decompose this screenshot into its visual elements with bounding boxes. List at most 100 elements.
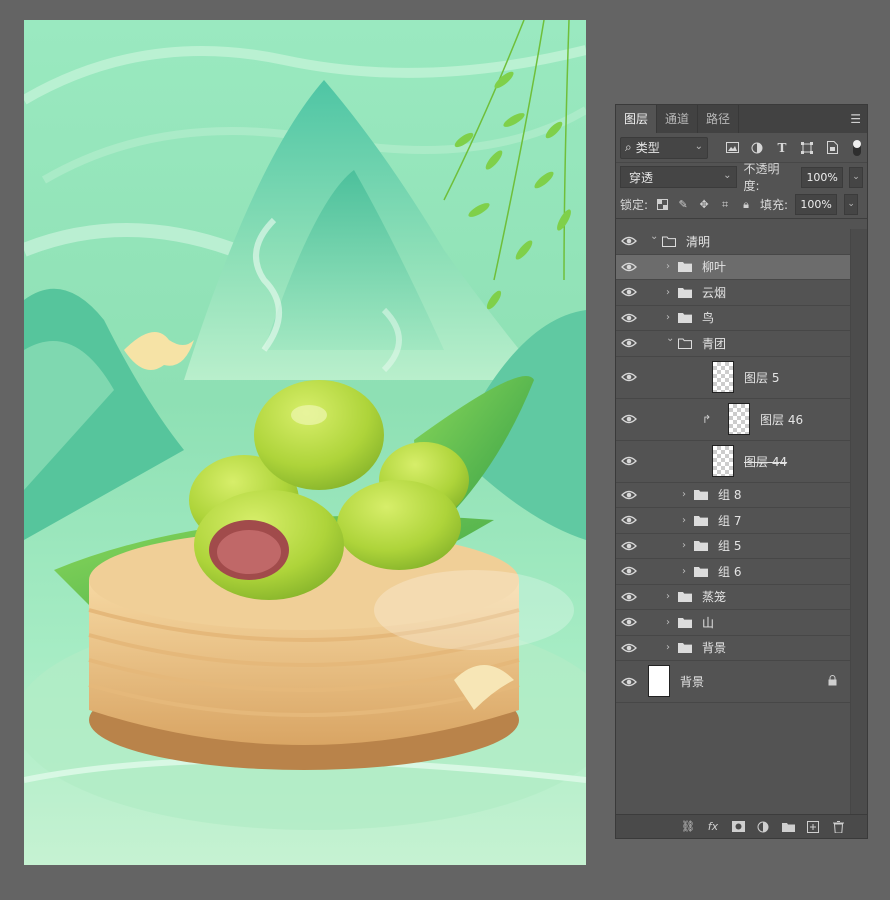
visibility-eye-icon[interactable]: [621, 616, 637, 628]
layer-row[interactable]: 背景: [616, 661, 851, 703]
layer-row[interactable]: 图层 5: [616, 357, 851, 399]
layer-row[interactable]: 图层 44: [616, 441, 851, 483]
layer-group-row[interactable]: › 组 7: [616, 508, 851, 534]
filter-row: ⌕ 类型 ⌄ T: [616, 133, 867, 163]
filter-smartobject-icon[interactable]: [824, 140, 840, 156]
lock-transparent-icon[interactable]: [655, 198, 669, 212]
layers-list: ⌄ 清明 › 柳叶 › 云烟 › 鸟 ⌄ 青团 图层 5 ↱ 图层 46 图层 44 › 组 8 › 组 7 › 组 …: [616, 229, 851, 703]
lock-icon: [828, 674, 837, 689]
visibility-eye-icon[interactable]: [621, 286, 637, 298]
visibility-eye-icon[interactable]: [621, 337, 637, 349]
chevron-right-icon[interactable]: ›: [682, 540, 686, 551]
tab-layers[interactable]: 图层: [616, 105, 658, 133]
folder-icon: [694, 566, 708, 577]
visibility-eye-icon[interactable]: [621, 642, 637, 654]
layer-group-row[interactable]: ⌄ 清明: [616, 229, 851, 255]
folder-icon: [678, 261, 692, 273]
layer-group-row[interactable]: › 组 6: [616, 559, 851, 585]
layer-group-row[interactable]: › 柳叶: [616, 254, 851, 280]
document-canvas[interactable]: [24, 20, 586, 865]
tab-paths[interactable]: 路径: [698, 105, 740, 133]
visibility-eye-icon[interactable]: [621, 455, 637, 467]
mask-icon[interactable]: [731, 820, 745, 834]
chevron-down-icon: ⌄: [694, 140, 703, 152]
visibility-eye-icon[interactable]: [621, 413, 637, 425]
visibility-eye-icon[interactable]: [621, 591, 637, 603]
layer-group-row[interactable]: › 组 8: [616, 483, 851, 508]
lock-all-icon[interactable]: 🔒︎: [739, 198, 753, 212]
filter-type-icon[interactable]: T: [774, 140, 790, 156]
visibility-eye-icon[interactable]: [621, 676, 637, 688]
layers-scrollbar[interactable]: [850, 229, 867, 817]
filter-shape-icon[interactable]: [799, 140, 815, 156]
chevron-right-icon[interactable]: ›: [666, 261, 670, 272]
chevron-right-icon[interactable]: ›: [682, 566, 686, 577]
visibility-eye-icon[interactable]: [621, 514, 637, 526]
filter-kind-select[interactable]: ⌕ 类型 ⌄: [620, 136, 708, 159]
trash-icon[interactable]: [831, 820, 845, 834]
folder-icon: [678, 642, 692, 654]
chevron-down-icon[interactable]: ⌄: [666, 333, 674, 344]
chevron-right-icon[interactable]: ›: [666, 591, 670, 602]
fx-icon[interactable]: fx: [706, 820, 720, 834]
opacity-dropdown-icon[interactable]: ⌄: [849, 166, 863, 188]
search-icon: ⌕: [625, 140, 632, 154]
visibility-eye-icon[interactable]: [621, 565, 637, 577]
new-layer-icon[interactable]: [806, 820, 820, 834]
layer-group-row[interactable]: › 云烟: [616, 280, 851, 306]
opacity-label: 不透明度:: [743, 162, 780, 193]
chevron-right-icon[interactable]: ›: [682, 515, 686, 526]
layer-group-row[interactable]: › 蒸笼: [616, 585, 851, 610]
blend-mode-select[interactable]: 穿透 ⌄: [620, 166, 738, 188]
chevron-down-icon[interactable]: ⌄: [650, 231, 658, 242]
layer-name: 组 6: [718, 564, 742, 579]
filter-toggle[interactable]: [853, 139, 861, 156]
visibility-eye-icon[interactable]: [621, 235, 637, 247]
new-group-icon[interactable]: [781, 820, 795, 834]
visibility-eye-icon[interactable]: [621, 261, 637, 273]
chevron-right-icon[interactable]: ›: [666, 287, 670, 298]
opacity-input[interactable]: 100%: [801, 166, 844, 188]
link-layers-icon[interactable]: ⛓: [681, 820, 695, 834]
panel-footer: ⛓ fx: [616, 814, 867, 838]
chevron-right-icon[interactable]: ›: [666, 617, 670, 628]
visibility-eye-icon[interactable]: [621, 489, 637, 501]
lock-image-icon[interactable]: ✎: [676, 198, 690, 212]
visibility-eye-icon[interactable]: [621, 312, 637, 324]
layer-group-row[interactable]: ⌄ 青团: [616, 331, 851, 357]
chevron-right-icon[interactable]: ›: [666, 642, 670, 653]
layer-group-row[interactable]: › 鸟: [616, 306, 851, 331]
adjustment-icon[interactable]: [756, 820, 770, 834]
chevron-right-icon[interactable]: ›: [666, 312, 670, 323]
layer-group-row[interactable]: › 组 5: [616, 534, 851, 559]
layer-group-row[interactable]: › 山: [616, 610, 851, 636]
layer-name: 山: [702, 615, 715, 630]
panel-menu-icon[interactable]: ☰: [850, 105, 861, 133]
clipping-mask-icon: ↱: [702, 412, 712, 426]
layer-thumbnail: [712, 444, 734, 477]
chevron-right-icon[interactable]: ›: [682, 489, 686, 500]
layer-group-row[interactable]: › 背景: [616, 636, 851, 661]
filter-pixel-icon[interactable]: [724, 140, 740, 156]
layer-name: 背景: [702, 641, 727, 656]
layer-thumbnail: [728, 402, 750, 435]
fill-label: 填充:: [760, 198, 789, 212]
tab-channels[interactable]: 通道: [657, 105, 699, 133]
visibility-eye-icon[interactable]: [621, 540, 637, 552]
lock-artboard-icon[interactable]: ⌗: [718, 198, 732, 212]
filter-adjustment-icon[interactable]: [749, 140, 765, 156]
layer-name: 青团: [702, 336, 727, 351]
layer-name: 柳叶: [702, 260, 727, 275]
layer-name: 图层 5: [744, 370, 780, 385]
qingming-illustration: [24, 20, 586, 830]
visibility-eye-icon[interactable]: [621, 371, 637, 383]
folder-icon: [694, 540, 708, 552]
lock-position-icon[interactable]: ✥: [697, 198, 711, 212]
layer-thumbnail: [648, 665, 670, 697]
folder-icon: [678, 338, 692, 349]
fill-input[interactable]: 100%: [795, 194, 838, 215]
layer-thumbnail: [712, 360, 734, 393]
layer-row[interactable]: ↱ 图层 46: [616, 399, 851, 441]
panel-tabbar: 图层 通道 路径 ☰: [616, 105, 867, 133]
fill-dropdown-icon[interactable]: ⌄: [844, 194, 859, 215]
